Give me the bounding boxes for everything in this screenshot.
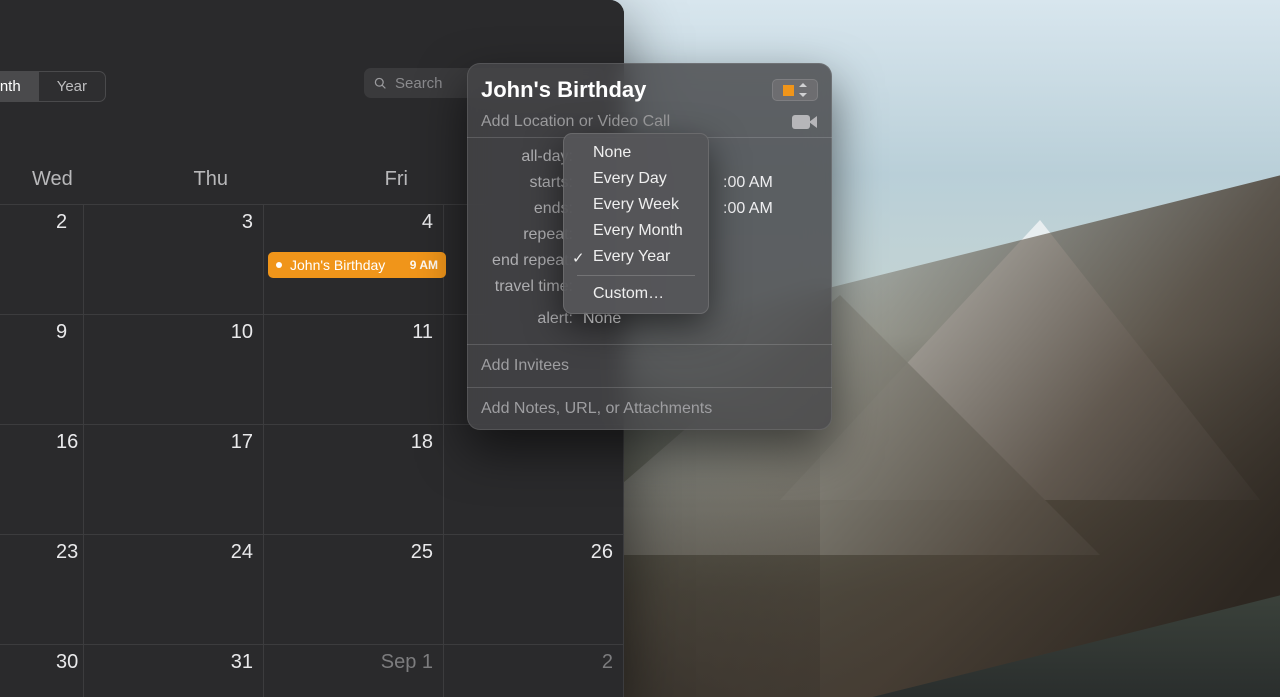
event-title-field[interactable]: John's Birthday [481, 77, 772, 103]
weekday-fri: Fri [264, 168, 444, 191]
starts-value[interactable]: :00 AM [723, 174, 773, 192]
day-cell[interactable]: 30 [0, 645, 84, 697]
location-field[interactable]: Add Location or Video Call [481, 113, 792, 131]
desktop-wallpaper: Month Year Wed Thu Fri 2 3 4 9 10 [0, 0, 1280, 697]
repeat-option-day[interactable]: Every Day [563, 166, 709, 192]
day-cell[interactable]: 26 [444, 535, 624, 644]
chevron-updown-icon [798, 83, 808, 97]
event-pill[interactable]: John's Birthday 9 AM [268, 252, 446, 278]
day-cell[interactable]: 2 [444, 645, 624, 697]
tab-year[interactable]: Year [39, 72, 105, 101]
day-cell[interactable]: 3 [84, 205, 264, 314]
day-cell[interactable]: 2 [0, 205, 84, 314]
repeat-option-year[interactable]: ✓Every Year [563, 244, 709, 270]
repeat-option-none[interactable]: None [563, 140, 709, 166]
event-title: John's Birthday [290, 257, 402, 273]
day-cell[interactable]: 17 [84, 425, 264, 534]
day-cell[interactable]: 16 [0, 425, 84, 534]
day-cell[interactable] [444, 425, 624, 534]
tab-month[interactable]: Month [0, 72, 39, 101]
day-cell[interactable]: 23 [0, 535, 84, 644]
add-notes-field[interactable]: Add Notes, URL, or Attachments [467, 388, 832, 430]
day-cell[interactable]: 24 [84, 535, 264, 644]
calendar-color-swatch [783, 85, 794, 96]
repeat-option-month[interactable]: Every Month [563, 218, 709, 244]
view-segmented-control: Month Year [0, 71, 106, 102]
repeat-dropdown-menu: None Every Day Every Week Every Month ✓E… [563, 133, 709, 314]
repeat-option-week[interactable]: Every Week [563, 192, 709, 218]
video-call-icon[interactable] [792, 113, 818, 131]
event-time: 9 AM [410, 258, 438, 272]
day-cell[interactable]: 31 [84, 645, 264, 697]
event-dot-icon [276, 262, 282, 268]
check-icon: ✓ [572, 249, 585, 267]
day-cell[interactable]: 11 [264, 315, 444, 424]
calendar-color-select[interactable] [772, 79, 818, 101]
day-cell[interactable]: Sep 1 [264, 645, 444, 697]
day-cell[interactable]: 9 [0, 315, 84, 424]
menu-separator [577, 275, 695, 276]
ends-value[interactable]: :00 AM [723, 200, 773, 218]
repeat-option-custom[interactable]: Custom… [563, 281, 709, 307]
search-icon [374, 76, 387, 91]
day-cell[interactable]: 25 [264, 535, 444, 644]
add-invitees-field[interactable]: Add Invitees [467, 345, 832, 387]
day-cell[interactable]: 10 [84, 315, 264, 424]
day-cell[interactable]: 18 [264, 425, 444, 534]
weekday-wed: Wed [0, 168, 84, 191]
weekday-thu: Thu [84, 168, 264, 191]
